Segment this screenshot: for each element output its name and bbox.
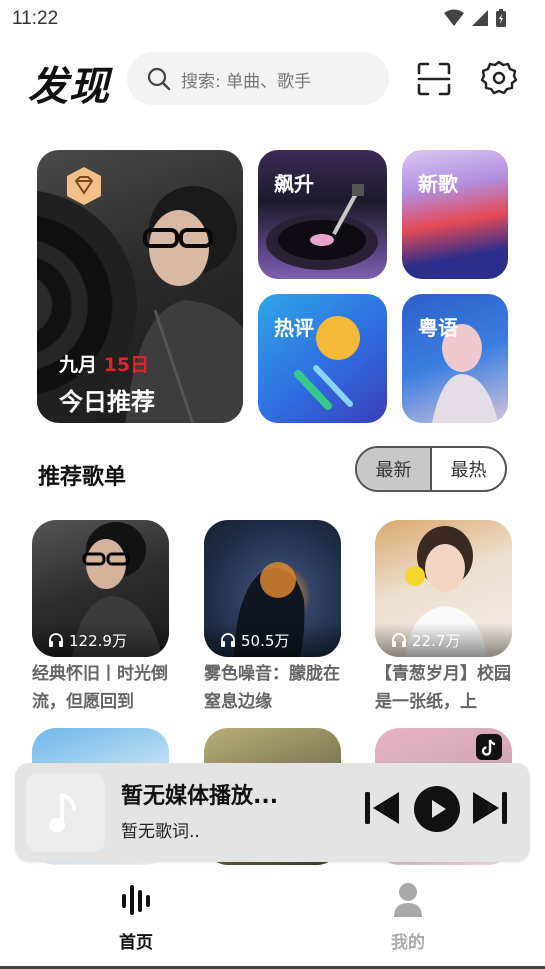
play-icon[interactable]	[413, 785, 461, 833]
headphones-icon	[221, 633, 235, 647]
scan-icon[interactable]	[416, 61, 452, 97]
daily-recommend-card[interactable]: 九月 15日 今日推荐	[37, 150, 243, 423]
player-lyrics: 暂无歌词..	[121, 822, 200, 842]
date-day: 15日	[103, 354, 150, 376]
tab-mine-label: 我的	[391, 933, 425, 953]
sort-hottest-button[interactable]: 最热	[432, 448, 505, 490]
search-bar[interactable]: 搜索: 单曲、歌手	[127, 52, 389, 105]
tile-hot-comments[interactable]: 热评	[258, 294, 387, 423]
header: 发现 搜索: 单曲、歌手	[0, 52, 545, 110]
playlist-card[interactable]: 122.9万 经典怀旧丨时光倒流，但愿回到	[32, 520, 169, 716]
tab-home-label: 首页	[119, 933, 153, 953]
playlist-card[interactable]: 22.7万 【青葱岁月】校园是一张纸，上	[375, 520, 512, 716]
search-icon	[147, 67, 171, 91]
sort-toggle: 最新 最热	[355, 446, 507, 492]
playlist-cover: 122.9万	[32, 520, 169, 657]
headphones-icon	[392, 633, 406, 647]
player-title: 暂无媒体播放...	[121, 784, 279, 809]
tile-soaring[interactable]: 飙升	[258, 150, 387, 279]
tab-mine[interactable]: 我的	[368, 882, 448, 953]
tile-label: 飙升	[274, 172, 314, 196]
play-count: 50.5万	[204, 623, 341, 657]
battery-icon	[496, 9, 506, 27]
diamond-badge-icon	[67, 167, 101, 205]
sort-newest-button[interactable]: 最新	[357, 448, 432, 490]
playlist-cover: 50.5万	[204, 520, 341, 657]
play-count: 22.7万	[375, 623, 512, 657]
skip-previous-icon[interactable]	[363, 790, 401, 826]
tile-cantonese[interactable]: 粤语	[402, 294, 508, 423]
tab-home[interactable]: 首页	[96, 882, 176, 953]
date-month: 九月	[59, 354, 98, 376]
playlist-title: 雾色噪音：朦胧在窒息边缘	[204, 664, 340, 712]
date-label: 九月 15日	[59, 350, 149, 377]
status-bar: 11:22	[0, 0, 545, 38]
person-icon	[394, 883, 422, 917]
play-count-value: 22.7万	[412, 631, 461, 650]
signal-icon	[472, 10, 488, 26]
playlist-card[interactable]: 50.5万 雾色噪音：朦胧在窒息边缘	[204, 520, 341, 716]
sound-bars-icon	[122, 885, 150, 915]
bottom-tab-bar: 首页 我的	[0, 872, 545, 969]
tile-label: 粤语	[418, 316, 458, 340]
playlist-title: 经典怀旧丨时光倒流，但愿回到	[32, 664, 168, 712]
search-placeholder: 搜索: 单曲、歌手	[181, 72, 312, 92]
skip-next-icon[interactable]	[471, 790, 509, 826]
tile-label: 热评	[274, 316, 314, 340]
gear-icon[interactable]	[480, 59, 518, 97]
headphones-icon	[49, 633, 63, 647]
recommended-playlists-title: 推荐歌单	[38, 465, 127, 490]
music-note-icon	[49, 793, 76, 832]
app-logo: 发现	[28, 64, 110, 110]
playlist-cover: 22.7万	[375, 520, 512, 657]
daily-recommend-title: 今日推荐	[59, 388, 155, 416]
tile-new-songs[interactable]: 新歌	[402, 150, 508, 279]
wifi-icon	[444, 9, 464, 26]
player-artwork	[26, 773, 105, 852]
play-count: 122.9万	[32, 623, 169, 657]
mini-player[interactable]: 暂无媒体播放... 暂无歌词..	[15, 763, 530, 862]
tiktok-logo-icon	[476, 734, 502, 760]
tile-label: 新歌	[418, 172, 458, 196]
play-count-value: 50.5万	[241, 631, 290, 650]
play-count-value: 122.9万	[69, 631, 127, 650]
playlist-title: 【青葱岁月】校园是一张纸，上	[375, 664, 511, 712]
status-time: 11:22	[12, 8, 59, 29]
status-icons	[443, 8, 507, 28]
